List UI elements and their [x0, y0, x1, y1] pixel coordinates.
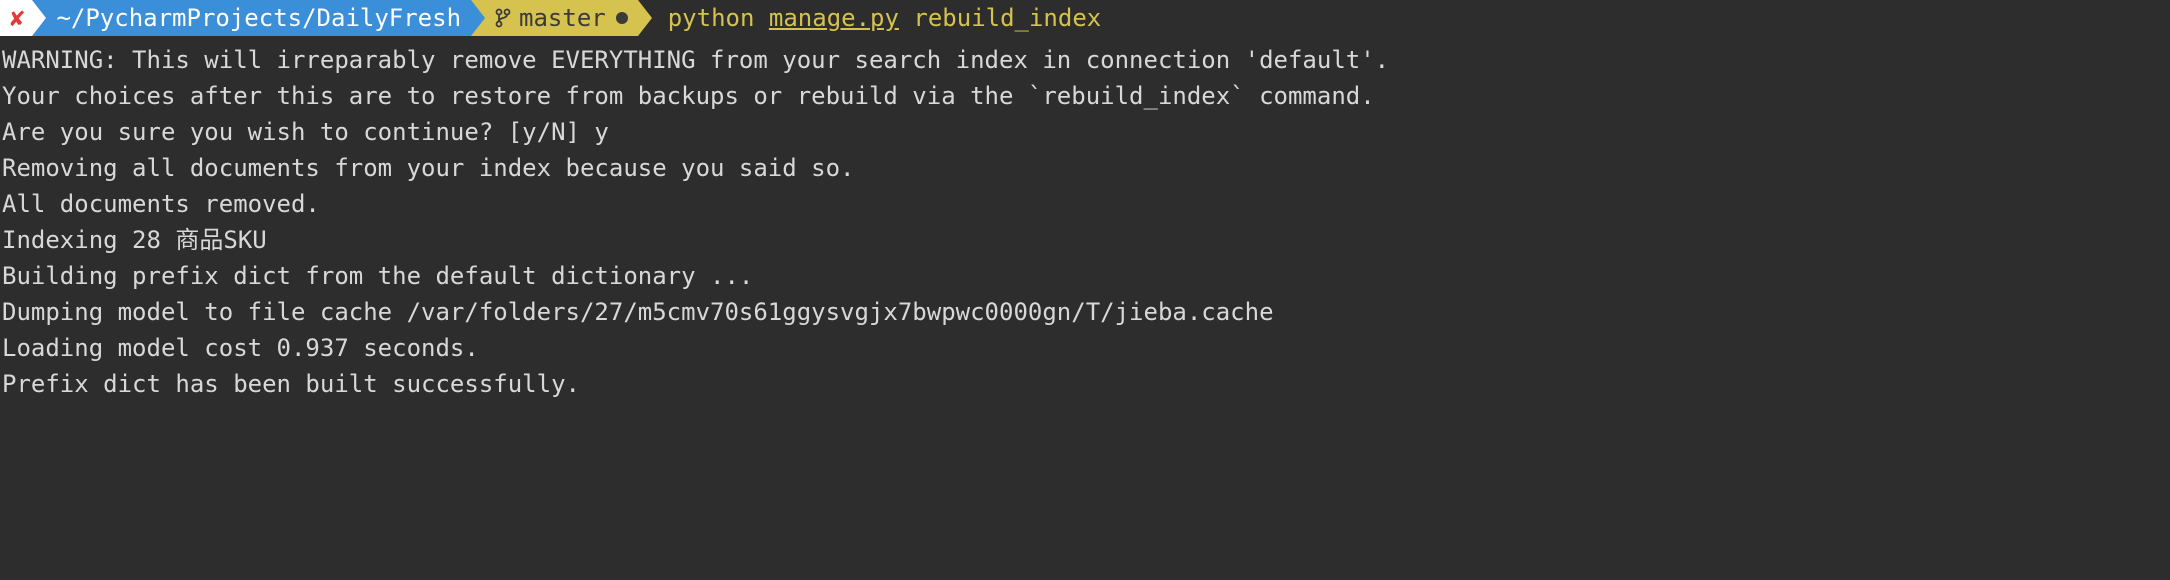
terminal-output-line: Dumping model to file cache /var/folders… — [0, 294, 2170, 330]
segment-arrow — [471, 0, 485, 36]
command-entered[interactable]: python manage.py rebuild_index — [668, 0, 1102, 36]
prompt-path-segment: ~/PycharmProjects/DailyFresh — [32, 0, 471, 36]
terminal-output-line: Loading model cost 0.937 seconds. — [0, 330, 2170, 366]
terminal-output-line: Prefix dict has been built successfully. — [0, 366, 2170, 402]
terminal-output-line: All documents removed. — [0, 186, 2170, 222]
segment-arrow — [32, 0, 46, 36]
terminal-output-line: Are you sure you wish to continue? [y/N]… — [0, 114, 2170, 150]
git-dirty-dot-icon — [616, 12, 628, 24]
command-bin: python — [668, 4, 755, 32]
segment-arrow — [638, 0, 652, 36]
terminal-output-line: Removing all documents from your index b… — [0, 150, 2170, 186]
close-icon: ✘ — [10, 0, 24, 36]
terminal-output-line: WARNING: This will irreparably remove EV… — [0, 42, 2170, 78]
prompt-path: ~/PycharmProjects/DailyFresh — [56, 0, 461, 36]
terminal-output-line: Your choices after this are to restore f… — [0, 78, 2170, 114]
terminal-output-line: Indexing 28 商品SKU — [0, 222, 2170, 258]
git-branch-icon — [495, 8, 511, 28]
prompt-status-segment: ✘ — [0, 0, 32, 36]
command-file: manage.py — [769, 4, 899, 32]
prompt-branch-name: master — [519, 0, 606, 36]
terminal-output-line: Building prefix dict from the default di… — [0, 258, 2170, 294]
command-arg: rebuild_index — [913, 4, 1101, 32]
prompt-branch-segment: master — [471, 0, 638, 36]
terminal-prompt: ✘ ~/PycharmProjects/DailyFresh master py… — [0, 0, 2170, 36]
